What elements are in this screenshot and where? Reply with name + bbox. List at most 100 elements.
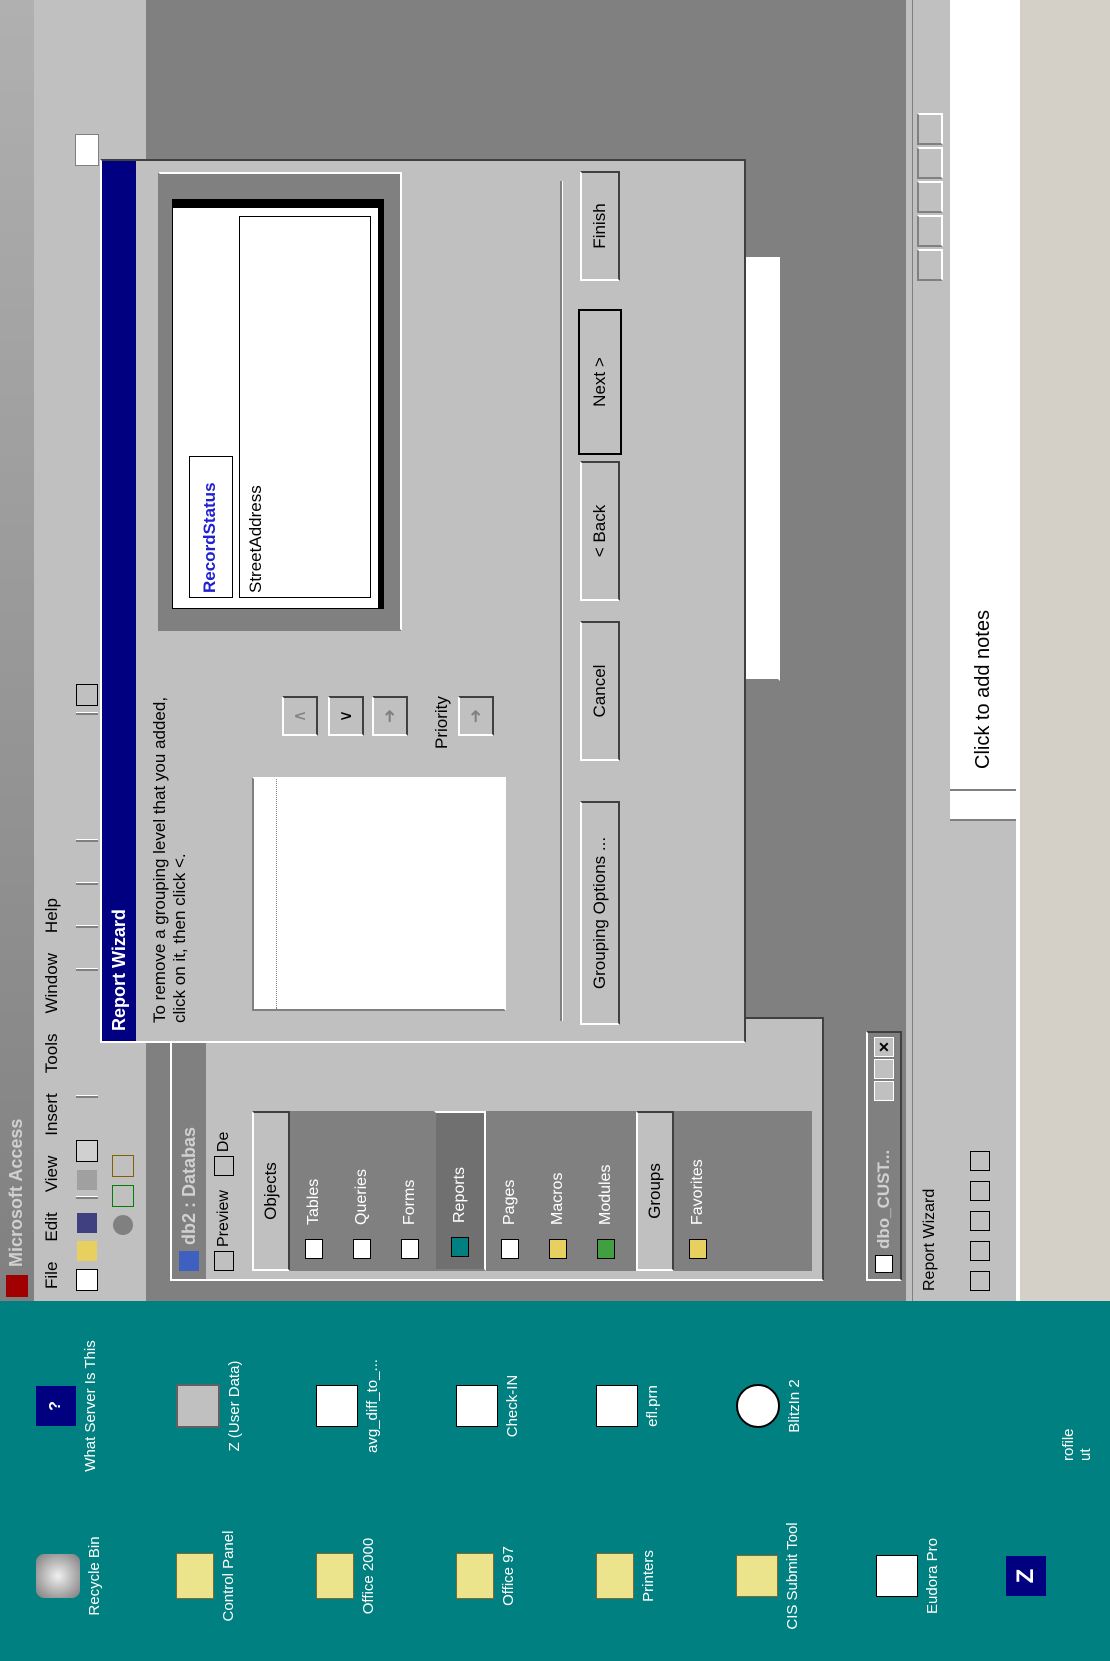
print-preview-icon[interactable] — [76, 1140, 98, 1162]
desktop-icon-printers[interactable]: Printers — [590, 1511, 700, 1641]
refresh-icon[interactable] — [112, 1185, 134, 1207]
icon-label: CIS Submit Tool — [784, 1522, 801, 1630]
menu-insert[interactable]: Insert — [42, 1093, 62, 1136]
menu-tools[interactable]: Tools — [42, 1034, 62, 1074]
icon-label: Control Panel — [220, 1530, 237, 1622]
form-icon — [401, 1239, 419, 1259]
groups-favorites[interactable]: Favorites — [674, 1111, 722, 1271]
desktop-icon-office-2000[interactable]: Office 2000 — [310, 1511, 420, 1641]
desktop-icon-avg-diff[interactable]: avg_diff_to_... — [310, 1331, 420, 1481]
forward-arrow-icon[interactable] — [113, 1243, 133, 1263]
grouping-options-button[interactable]: Grouping Options ... — [580, 801, 620, 1025]
outline-view-icon[interactable] — [970, 1241, 990, 1261]
save-icon[interactable] — [77, 1213, 97, 1233]
back-button[interactable]: < Back — [580, 461, 620, 601]
page-icon — [501, 1239, 519, 1259]
preview-button[interactable]: Preview — [215, 1190, 233, 1247]
print-icon[interactable] — [77, 1170, 97, 1190]
horizontal-scrollbar[interactable] — [1020, 0, 1110, 1301]
close-icon[interactable]: ✕ — [874, 1037, 894, 1057]
desktop-icon-efl-prn[interactable]: efl.prn — [590, 1331, 700, 1481]
access-app-icon — [6, 1275, 28, 1297]
move-up-button[interactable]: ∧ — [282, 696, 318, 736]
properties-icon[interactable] — [77, 785, 97, 805]
objects-tables[interactable]: Tables — [290, 1111, 338, 1271]
desktop-icon-recycle-bin[interactable]: Recycle Bin — [30, 1511, 140, 1641]
stop-icon[interactable] — [113, 1215, 133, 1235]
objects-modules[interactable]: Modules — [582, 1111, 630, 1271]
icon-label: Check-IN — [504, 1374, 521, 1438]
minimized-window[interactable]: dbo_CUST... ✕ — [866, 1031, 902, 1281]
icon-label: Eudora Pro — [924, 1538, 941, 1614]
desktop-icon-control-panel[interactable]: Control Panel — [170, 1511, 280, 1641]
remove-level-button[interactable]: ➜ — [458, 696, 494, 736]
move-down-button[interactable]: ∨ — [328, 696, 364, 736]
icon-label: BlitzIn 2 — [786, 1379, 803, 1433]
objects-pages[interactable]: Pages — [486, 1111, 534, 1271]
chart-icon — [316, 1385, 358, 1427]
grouping-list-row[interactable] — [254, 779, 277, 1009]
new-icon[interactable] — [76, 1269, 98, 1291]
next-button[interactable]: Next > — [578, 309, 622, 455]
menu-edit[interactable]: Edit — [42, 1212, 62, 1241]
objects-header[interactable]: Objects — [252, 1111, 290, 1271]
desktop-icon-what-server[interactable]: ? What Server Is This — [30, 1331, 140, 1481]
office-links-icon[interactable] — [77, 899, 97, 919]
groups-header[interactable]: Groups — [636, 1111, 674, 1271]
open-icon[interactable] — [77, 1241, 97, 1261]
objects-forms[interactable]: Forms — [386, 1111, 434, 1271]
toolbar-dropdown[interactable] — [75, 134, 99, 166]
spelling-icon[interactable] — [77, 1112, 97, 1132]
relationships-icon[interactable] — [77, 757, 97, 777]
back-arrow-icon[interactable] — [113, 1271, 133, 1291]
menu-window[interactable]: Window — [42, 953, 62, 1013]
maximize-icon[interactable] — [874, 1059, 894, 1079]
objects-macros[interactable]: Macros — [534, 1111, 582, 1271]
label: Modules — [597, 1164, 614, 1225]
menu-file[interactable]: File — [42, 1262, 62, 1289]
status-bar: Report Wizard — [912, 0, 947, 1301]
desktop-icon-z-user-data[interactable]: Z (User Data) — [170, 1331, 280, 1481]
grouping-list[interactable] — [252, 777, 506, 1011]
design-button[interactable]: De — [215, 1132, 233, 1152]
new-object-icon[interactable] — [77, 729, 97, 749]
paste-icon[interactable] — [77, 1013, 97, 1033]
desktop-icon-z-app[interactable]: Z — [1000, 1511, 1090, 1641]
menu-view[interactable]: View — [42, 1156, 62, 1193]
notes-pane[interactable]: Click to add notes — [950, 169, 1016, 791]
add-level-button[interactable]: ➜ — [372, 696, 408, 736]
format-painter-icon[interactable] — [77, 985, 97, 1005]
normal-view-icon[interactable] — [970, 1271, 990, 1291]
menu-help[interactable]: Help — [42, 898, 62, 933]
objects-queries[interactable]: Queries — [338, 1111, 386, 1271]
report-icon — [451, 1237, 469, 1257]
sorter-view-icon[interactable] — [970, 1181, 990, 1201]
separator — [76, 712, 98, 715]
desktop-icon-blitzin[interactable]: BlitzIn 2 — [730, 1331, 840, 1481]
finish-button[interactable]: Finish — [580, 171, 620, 281]
undo-icon[interactable] — [77, 942, 97, 962]
desktop-icon-check-in[interactable]: Check-IN — [450, 1331, 560, 1481]
show-view-icon[interactable] — [970, 1151, 990, 1171]
desktop-icon-eudora[interactable]: Eudora Pro — [870, 1511, 980, 1641]
preview-icon — [214, 1251, 234, 1271]
wizard-titlebar: Report Wizard — [102, 161, 136, 1041]
cut-icon[interactable] — [77, 1069, 97, 1089]
objects-reports[interactable]: Reports — [434, 1111, 486, 1271]
analyze-icon[interactable] — [77, 856, 97, 876]
home-icon[interactable] — [112, 1155, 134, 1177]
help-icon[interactable] — [76, 684, 98, 706]
restore-icon[interactable] — [874, 1081, 894, 1101]
desktop-icon-cis-submit[interactable]: CIS Submit Tool — [730, 1511, 840, 1641]
icon-label: Recycle Bin — [86, 1536, 103, 1616]
icon-label: rofile — [1060, 1428, 1077, 1461]
database-window-titlebar: db2 : Databas — [172, 1019, 206, 1279]
code-icon[interactable] — [77, 813, 97, 833]
copy-icon[interactable] — [77, 1041, 97, 1061]
envelope-icon — [736, 1555, 778, 1597]
desktop-surface: Recycle Bin ? What Server Is This Contro… — [0, 1301, 1110, 1661]
design-icon — [214, 1156, 234, 1177]
slide-view-icon[interactable] — [970, 1211, 990, 1231]
cancel-button[interactable]: Cancel — [580, 621, 620, 761]
desktop-icon-office-97[interactable]: Office 97 — [450, 1511, 560, 1641]
